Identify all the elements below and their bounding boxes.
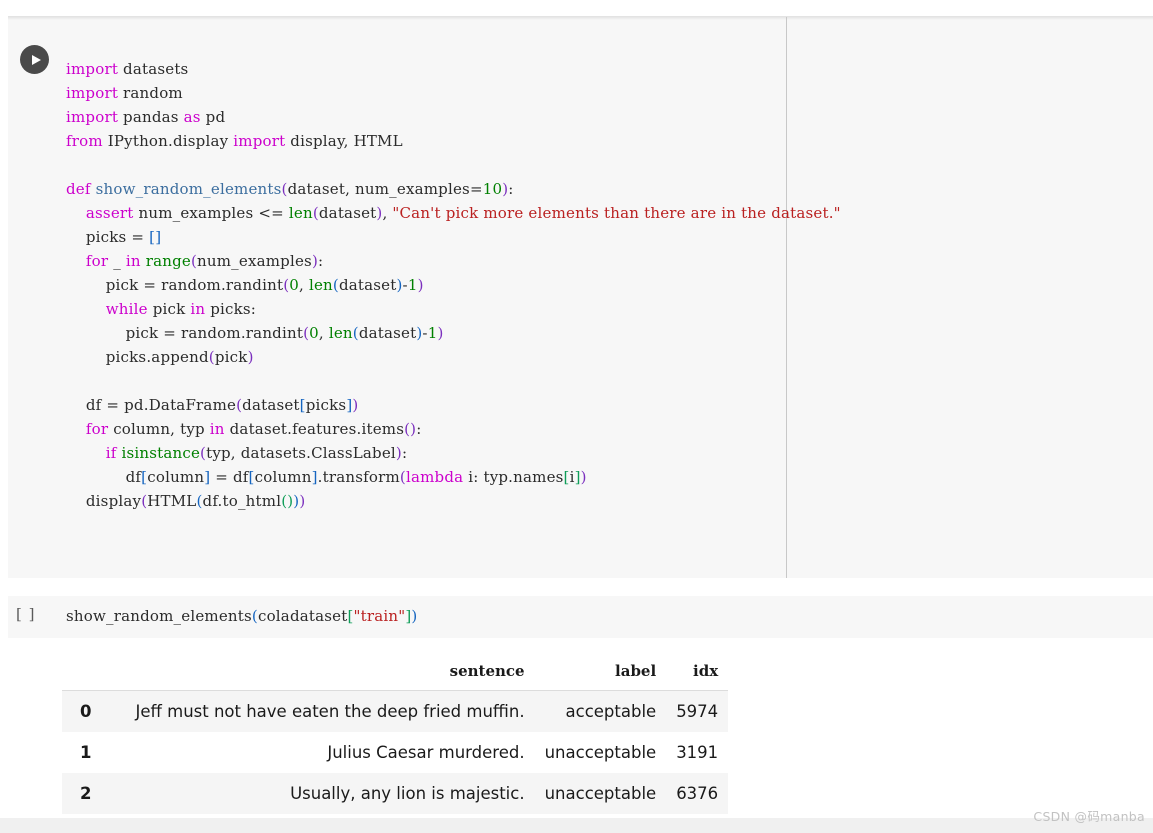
cell-label: acceptable	[565, 702, 657, 721]
cell-label: unacceptable	[544, 784, 657, 803]
code-editor-1[interactable]: import datasets import random import panda…	[66, 57, 841, 513]
code-line: for column, typ in dataset.features.item…	[85, 420, 422, 438]
cell-idx: 3191	[676, 743, 719, 762]
code-line: pick = random.randint(0, len(dataset)-1)	[66, 324, 444, 342]
table-head: sentence label idx	[62, 656, 729, 691]
cell-idx: 6376	[676, 784, 719, 803]
code-line: pick = random.randint(0, len(dataset)-1)	[66, 276, 424, 294]
code-line: display(HTML(df.to_html()))	[66, 492, 306, 510]
table-row: 0 Jeff must not have eaten the deep frie…	[62, 690, 729, 732]
code-line: picks = []	[66, 228, 162, 246]
table-row: 1 Julius Caesar murdered. unacceptable 3…	[62, 732, 729, 773]
play-icon	[31, 54, 41, 65]
table-header-row: sentence label idx	[62, 656, 729, 691]
code-line: show_random_elements(coladataset["train"…	[66, 607, 418, 625]
dataframe-output-table: sentence label idx 0 Jeff must not have …	[62, 656, 729, 814]
code-line: if isinstance(typ, datasets.ClassLabel):	[105, 444, 408, 462]
code-line: from IPython.display import display, HTM…	[66, 132, 403, 150]
watermark: CSDN @码manba	[1033, 809, 1145, 824]
code-line: import pandas as pd	[66, 108, 226, 126]
code-line: assert num_examples <= len(dataset), "Ca…	[85, 204, 841, 222]
cell-prompt-2: [ ]	[16, 605, 36, 623]
code-line: df[column] = df[column].transform(lambda…	[66, 468, 587, 486]
cell-output-area: sentence label idx 0 Jeff must not have …	[0, 645, 1153, 818]
row-index: 2	[80, 784, 92, 803]
code-line: for _ in range(num_examples):	[85, 252, 324, 270]
code-cell-1[interactable]: import datasets import random import panda…	[8, 16, 1153, 578]
row-index: 0	[80, 702, 92, 721]
code-line: def show_random_elements(dataset, num_ex…	[66, 180, 514, 198]
cell-idx: 5974	[676, 702, 719, 721]
run-cell-button[interactable]	[20, 45, 49, 74]
code-editor-2[interactable]: show_random_elements(coladataset["train"…	[66, 604, 417, 628]
code-cell-2[interactable]: [ ] show_random_elements(coladataset["tr…	[8, 596, 1153, 638]
code-line: while pick in picks:	[105, 300, 257, 318]
cell-label: unacceptable	[544, 743, 657, 762]
code-line: import datasets	[66, 60, 189, 78]
cell-sentence: Julius Caesar murdered.	[327, 743, 525, 762]
table-index-header	[62, 656, 126, 691]
table-body: 0 Jeff must not have eaten the deep frie…	[62, 690, 729, 814]
row-index: 1	[80, 743, 92, 762]
notebook-page: import datasets import random import panda…	[0, 0, 1153, 833]
code-line: df = pd.DataFrame(dataset[picks])	[66, 396, 359, 414]
table-row: 2 Usually, any lion is majestic. unaccep…	[62, 773, 729, 814]
code-line: picks.append(pick)	[66, 348, 254, 366]
code-line: import random	[66, 84, 183, 102]
footer-bar	[0, 818, 1153, 833]
column-header-sentence: sentence	[125, 656, 535, 691]
cell-sentence: Usually, any lion is majestic.	[290, 784, 525, 803]
column-header-idx: idx	[666, 656, 729, 691]
column-header-label: label	[534, 656, 667, 691]
cell-sentence: Jeff must not have eaten the deep fried …	[135, 702, 525, 721]
